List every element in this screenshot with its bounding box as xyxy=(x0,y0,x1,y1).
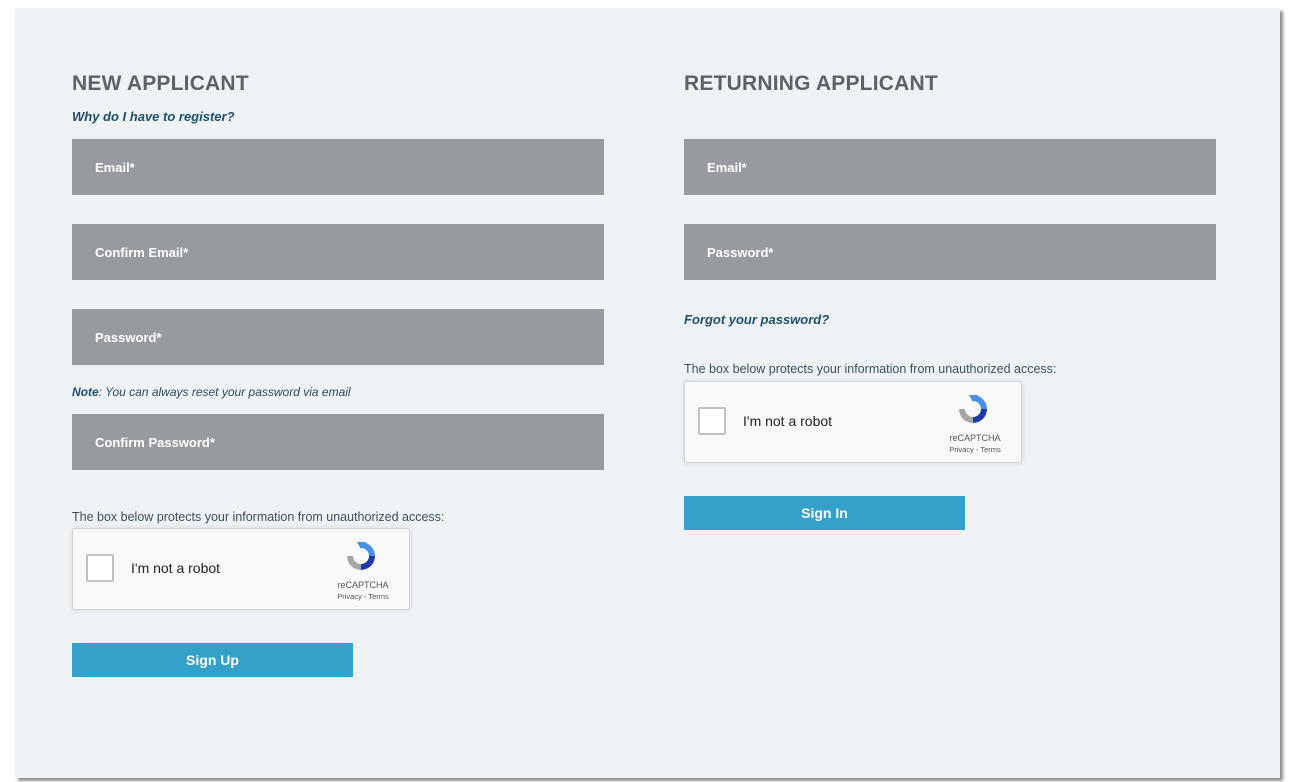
recaptcha-terms-link[interactable]: Privacy - Terms xyxy=(939,445,1011,454)
recaptcha-checkbox[interactable] xyxy=(698,407,726,435)
returning-applicant-heading: RETURNING APPLICANT xyxy=(684,72,938,95)
captcha-protect-text: The box below protects your information … xyxy=(72,510,445,524)
recaptcha-logo-icon xyxy=(347,542,375,570)
new-confirm-email-input[interactable] xyxy=(72,224,604,280)
recaptcha-label: I'm not a robot xyxy=(743,413,833,429)
sign-in-button[interactable]: Sign In xyxy=(684,496,965,530)
new-password-input[interactable] xyxy=(72,309,604,365)
returning-email-input[interactable] xyxy=(684,139,1216,195)
recaptcha-brand: reCAPTCHA xyxy=(949,433,1001,443)
new-confirm-password-input[interactable] xyxy=(72,414,604,470)
why-register-link[interactable]: Why do I have to register? xyxy=(72,109,235,124)
login-panel: NEW APPLICANT Why do I have to register?… xyxy=(15,8,1280,778)
recaptcha-widget: I'm not a robot reCAPTCHA Privacy - Term… xyxy=(72,528,410,610)
recaptcha-logo-icon xyxy=(959,395,987,423)
note-text: : You can always reset your password via… xyxy=(98,385,351,399)
recaptcha-label: I'm not a robot xyxy=(131,560,221,576)
recaptcha-widget: I'm not a robot reCAPTCHA Privacy - Term… xyxy=(684,381,1022,463)
new-applicant-heading: NEW APPLICANT xyxy=(72,72,249,95)
new-email-input[interactable] xyxy=(72,139,604,195)
forgot-password-link[interactable]: Forgot your password? xyxy=(684,312,829,327)
recaptcha-terms-link[interactable]: Privacy - Terms xyxy=(327,592,399,601)
returning-password-input[interactable] xyxy=(684,224,1216,280)
password-reset-note: Note: You can always reset your password… xyxy=(72,385,351,399)
sign-up-button[interactable]: Sign Up xyxy=(72,643,353,677)
note-label: Note xyxy=(72,385,99,399)
captcha-protect-text: The box below protects your information … xyxy=(684,362,1057,376)
recaptcha-brand: reCAPTCHA xyxy=(337,580,389,590)
recaptcha-checkbox[interactable] xyxy=(86,554,114,582)
